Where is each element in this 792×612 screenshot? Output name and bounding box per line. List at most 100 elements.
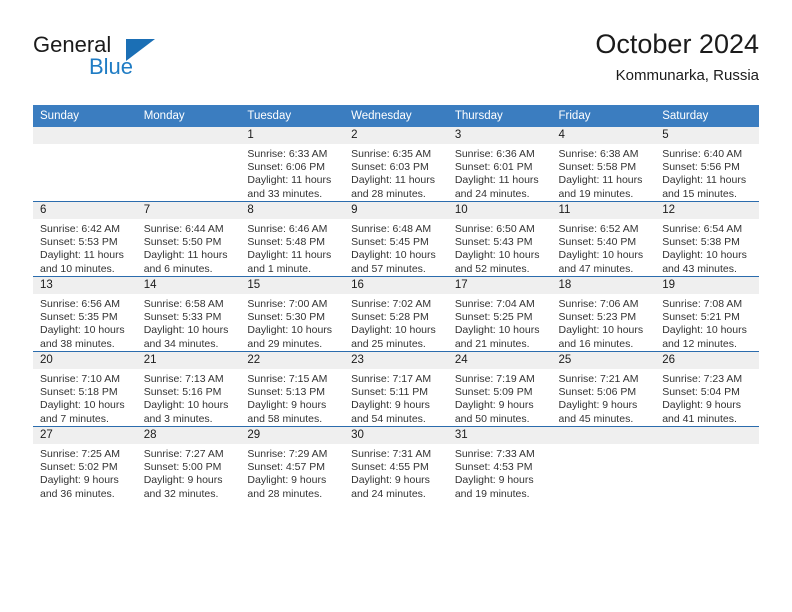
day-cell-inner: 3 Sunrise: 6:36 AM Sunset: 6:01 PM Daylight… bbox=[447, 127, 552, 201]
daylight-text: Daylight: 11 hours and 15 minutes. bbox=[662, 174, 747, 200]
daylight-text: Daylight: 11 hours and 1 minute. bbox=[247, 249, 332, 275]
sunrise-text: Sunrise: 6:54 AM bbox=[662, 223, 743, 235]
day-number: 4 bbox=[551, 127, 656, 144]
day-number: 5 bbox=[655, 127, 759, 144]
day-details: Sunrise: 7:10 AM Sunset: 5:18 PM Daylight:… bbox=[33, 369, 137, 426]
sunrise-text: Sunrise: 7:04 AM bbox=[454, 298, 535, 310]
calendar-day-cell[interactable]: 12 Sunrise: 6:54 AM Sunset: 5:38 PM Dayligh… bbox=[655, 201, 759, 277]
sunset-text: Sunset: 5:16 PM bbox=[143, 386, 222, 399]
page-title: October 2024 bbox=[595, 29, 759, 59]
calendar-day-cell[interactable]: 4 Sunrise: 6:38 AM Sunset: 5:58 PM Daylight… bbox=[551, 127, 656, 202]
day-cell-inner: 21 Sunrise: 7:13 AM Sunset: 5:16 PM Dayligh… bbox=[136, 352, 241, 426]
daylight-text: Daylight: 10 hours and 7 minutes. bbox=[40, 399, 125, 425]
calendar-day-cell[interactable]: 21 Sunrise: 7:13 AM Sunset: 5:16 PM Dayligh… bbox=[136, 351, 241, 427]
calendar-day-cell[interactable]: 14 Sunrise: 6:58 AM Sunset: 5:33 PM Dayligh… bbox=[136, 276, 241, 352]
day-number: 23 bbox=[344, 352, 448, 369]
day-number: 14 bbox=[136, 277, 241, 294]
sunrise-text: Sunrise: 7:33 AM bbox=[454, 448, 535, 460]
calendar-day-cell[interactable]: 18 Sunrise: 7:06 AM Sunset: 5:23 PM Dayligh… bbox=[551, 276, 656, 352]
calendar-day-cell[interactable]: 7 Sunrise: 6:44 AM Sunset: 5:50 PM Daylight… bbox=[136, 201, 241, 277]
daylight-text: Daylight: 11 hours and 6 minutes. bbox=[143, 249, 228, 275]
calendar-day-cell[interactable]: 28 Sunrise: 7:27 AM Sunset: 5:00 PM Dayligh… bbox=[136, 426, 241, 501]
calendar-day-cell[interactable]: 10 Sunrise: 6:50 AM Sunset: 5:43 PM Dayligh… bbox=[447, 201, 552, 277]
sunset-text: Sunset: 5:38 PM bbox=[662, 236, 740, 249]
calendar-day-cell[interactable]: 20 Sunrise: 7:10 AM Sunset: 5:18 PM Dayligh… bbox=[33, 351, 137, 427]
day-details: Sunrise: 6:42 AM Sunset: 5:53 PM Daylight:… bbox=[33, 219, 137, 276]
daylight-text: Daylight: 11 hours and 10 minutes. bbox=[40, 249, 124, 275]
calendar-day-cell[interactable]: 17 Sunrise: 7:04 AM Sunset: 5:25 PM Dayligh… bbox=[447, 276, 552, 352]
calendar-week-row: 1 Sunrise: 6:33 AM Sunset: 6:06 PM Daylight… bbox=[33, 127, 759, 202]
calendar-day-cell[interactable]: 26 Sunrise: 7:23 AM Sunset: 5:04 PM Dayligh… bbox=[655, 351, 759, 427]
calendar-day-cell[interactable]: 22 Sunrise: 7:15 AM Sunset: 5:13 PM Dayligh… bbox=[240, 351, 345, 427]
day-number: 6 bbox=[33, 202, 137, 219]
day-cell-inner: 6 Sunrise: 6:42 AM Sunset: 5:53 PM Daylight… bbox=[33, 202, 137, 276]
sunrise-text: Sunrise: 7:21 AM bbox=[558, 373, 639, 385]
day-details: Sunrise: 7:13 AM Sunset: 5:16 PM Daylight:… bbox=[137, 369, 241, 426]
calendar-day-cell[interactable]: 15 Sunrise: 7:00 AM Sunset: 5:30 PM Dayligh… bbox=[240, 276, 345, 352]
sunset-text: Sunset: 5:40 PM bbox=[558, 236, 637, 249]
calendar-day-cell[interactable]: 9 Sunrise: 6:48 AM Sunset: 5:45 PM Daylight… bbox=[344, 201, 448, 277]
day-details: Sunrise: 6:36 AM Sunset: 6:01 PM Daylight:… bbox=[448, 144, 552, 201]
general-blue-logo[interactable]: General Blue bbox=[33, 32, 155, 90]
day-number: 11 bbox=[551, 202, 656, 219]
day-cell-inner: 1 Sunrise: 6:33 AM Sunset: 6:06 PM Daylight… bbox=[240, 127, 345, 201]
calendar-day-cell[interactable]: 3 Sunrise: 6:36 AM Sunset: 6:01 PM Daylight… bbox=[447, 127, 552, 202]
weekday-header-tuesday: Tuesday bbox=[240, 105, 345, 127]
weekday-header-wednesday: Wednesday bbox=[344, 105, 448, 127]
daylight-text: Daylight: 9 hours and 58 minutes. bbox=[247, 399, 327, 425]
calendar-day-cell[interactable]: 23 Sunrise: 7:17 AM Sunset: 5:11 PM Dayligh… bbox=[344, 351, 448, 427]
calendar-day-cell[interactable]: 8 Sunrise: 6:46 AM Sunset: 5:48 PM Daylight… bbox=[240, 201, 345, 277]
daylight-text: Daylight: 9 hours and 32 minutes. bbox=[143, 474, 223, 500]
day-number bbox=[136, 127, 241, 144]
day-details: Sunrise: 7:23 AM Sunset: 5:04 PM Daylight:… bbox=[655, 369, 759, 426]
calendar-day-cell[interactable]: 1 Sunrise: 6:33 AM Sunset: 6:06 PM Daylight… bbox=[240, 127, 345, 202]
sunrise-text: Sunrise: 7:31 AM bbox=[351, 448, 432, 460]
day-cell-inner bbox=[655, 427, 759, 501]
calendar-day-cell[interactable]: 31 Sunrise: 7:33 AM Sunset: 4:53 PM Dayligh… bbox=[447, 426, 552, 501]
calendar-day-cell[interactable]: 30 Sunrise: 7:31 AM Sunset: 4:55 PM Dayligh… bbox=[344, 426, 448, 501]
calendar-day-cell[interactable]: 24 Sunrise: 7:19 AM Sunset: 5:09 PM Dayligh… bbox=[447, 351, 552, 427]
calendar-day-cell[interactable]: 5 Sunrise: 6:40 AM Sunset: 5:56 PM Daylight… bbox=[655, 127, 759, 202]
daylight-text: Daylight: 9 hours and 45 minutes. bbox=[558, 399, 638, 425]
day-details: Sunrise: 6:52 AM Sunset: 5:40 PM Daylight:… bbox=[552, 219, 656, 276]
calendar-day-cell[interactable]: 27 Sunrise: 7:25 AM Sunset: 5:02 PM Dayligh… bbox=[33, 426, 137, 501]
calendar-day-cell[interactable]: 16 Sunrise: 7:02 AM Sunset: 5:28 PM Dayligh… bbox=[344, 276, 448, 352]
day-number bbox=[655, 427, 759, 444]
calendar-day-cell[interactable]: 2 Sunrise: 6:35 AM Sunset: 6:03 PM Daylight… bbox=[344, 127, 448, 202]
daylight-text: Daylight: 10 hours and 12 minutes. bbox=[662, 324, 747, 350]
sunset-text: Sunset: 5:11 PM bbox=[351, 386, 428, 399]
calendar-day-cell[interactable]: 13 Sunrise: 6:56 AM Sunset: 5:35 PM Dayligh… bbox=[33, 276, 137, 352]
calendar-day-cell[interactable]: 29 Sunrise: 7:29 AM Sunset: 4:57 PM Dayligh… bbox=[240, 426, 345, 501]
sunrise-text: Sunrise: 7:08 AM bbox=[662, 298, 743, 310]
calendar-week-row: 13 Sunrise: 6:56 AM Sunset: 5:35 PM Dayligh… bbox=[33, 276, 759, 352]
calendar-day-cell[interactable]: 19 Sunrise: 7:08 AM Sunset: 5:21 PM Dayligh… bbox=[655, 276, 759, 352]
day-number: 13 bbox=[33, 277, 137, 294]
sunset-text: Sunset: 5:45 PM bbox=[351, 236, 429, 249]
sunset-text: Sunset: 5:21 PM bbox=[662, 311, 740, 324]
day-cell-inner: 11 Sunrise: 6:52 AM Sunset: 5:40 PM Dayligh… bbox=[551, 202, 656, 276]
day-details: Sunrise: 7:31 AM Sunset: 4:55 PM Daylight:… bbox=[344, 444, 448, 501]
day-details: Sunrise: 6:46 AM Sunset: 5:48 PM Daylight:… bbox=[240, 219, 344, 276]
day-details: Sunrise: 6:38 AM Sunset: 5:58 PM Daylight:… bbox=[552, 144, 656, 201]
day-cell-inner: 24 Sunrise: 7:19 AM Sunset: 5:09 PM Dayligh… bbox=[447, 352, 552, 426]
calendar-day-cell[interactable]: 25 Sunrise: 7:21 AM Sunset: 5:06 PM Dayligh… bbox=[551, 351, 656, 427]
day-cell-inner: 31 Sunrise: 7:33 AM Sunset: 4:53 PM Dayligh… bbox=[447, 427, 552, 501]
day-details: Sunrise: 7:27 AM Sunset: 5:00 PM Daylight:… bbox=[137, 444, 241, 501]
calendar-day-cell[interactable]: 11 Sunrise: 6:52 AM Sunset: 5:40 PM Dayligh… bbox=[551, 201, 656, 277]
calendar-day-cell[interactable]: 6 Sunrise: 6:42 AM Sunset: 5:53 PM Daylight… bbox=[33, 201, 137, 277]
day-number: 16 bbox=[344, 277, 448, 294]
calendar-week-row: 6 Sunrise: 6:42 AM Sunset: 5:53 PM Daylight… bbox=[33, 201, 759, 277]
day-number: 31 bbox=[447, 427, 552, 444]
calendar-header-row: Sunday Monday Tuesday Wednesday Thursday Frid… bbox=[33, 105, 759, 127]
day-number: 12 bbox=[655, 202, 759, 219]
day-number: 3 bbox=[447, 127, 552, 144]
day-details: Sunrise: 7:00 AM Sunset: 5:30 PM Daylight:… bbox=[240, 294, 344, 351]
sunrise-text: Sunrise: 7:19 AM bbox=[454, 373, 535, 385]
day-number: 28 bbox=[136, 427, 241, 444]
day-cell-inner: 10 Sunrise: 6:50 AM Sunset: 5:43 PM Dayligh… bbox=[447, 202, 552, 276]
sunset-text: Sunset: 5:18 PM bbox=[40, 386, 118, 399]
sunrise-text: Sunrise: 6:56 AM bbox=[40, 298, 120, 310]
sunrise-text: Sunrise: 7:17 AM bbox=[351, 373, 432, 385]
day-number: 22 bbox=[240, 352, 345, 369]
day-details: Sunrise: 7:21 AM Sunset: 5:06 PM Daylight:… bbox=[552, 369, 656, 426]
